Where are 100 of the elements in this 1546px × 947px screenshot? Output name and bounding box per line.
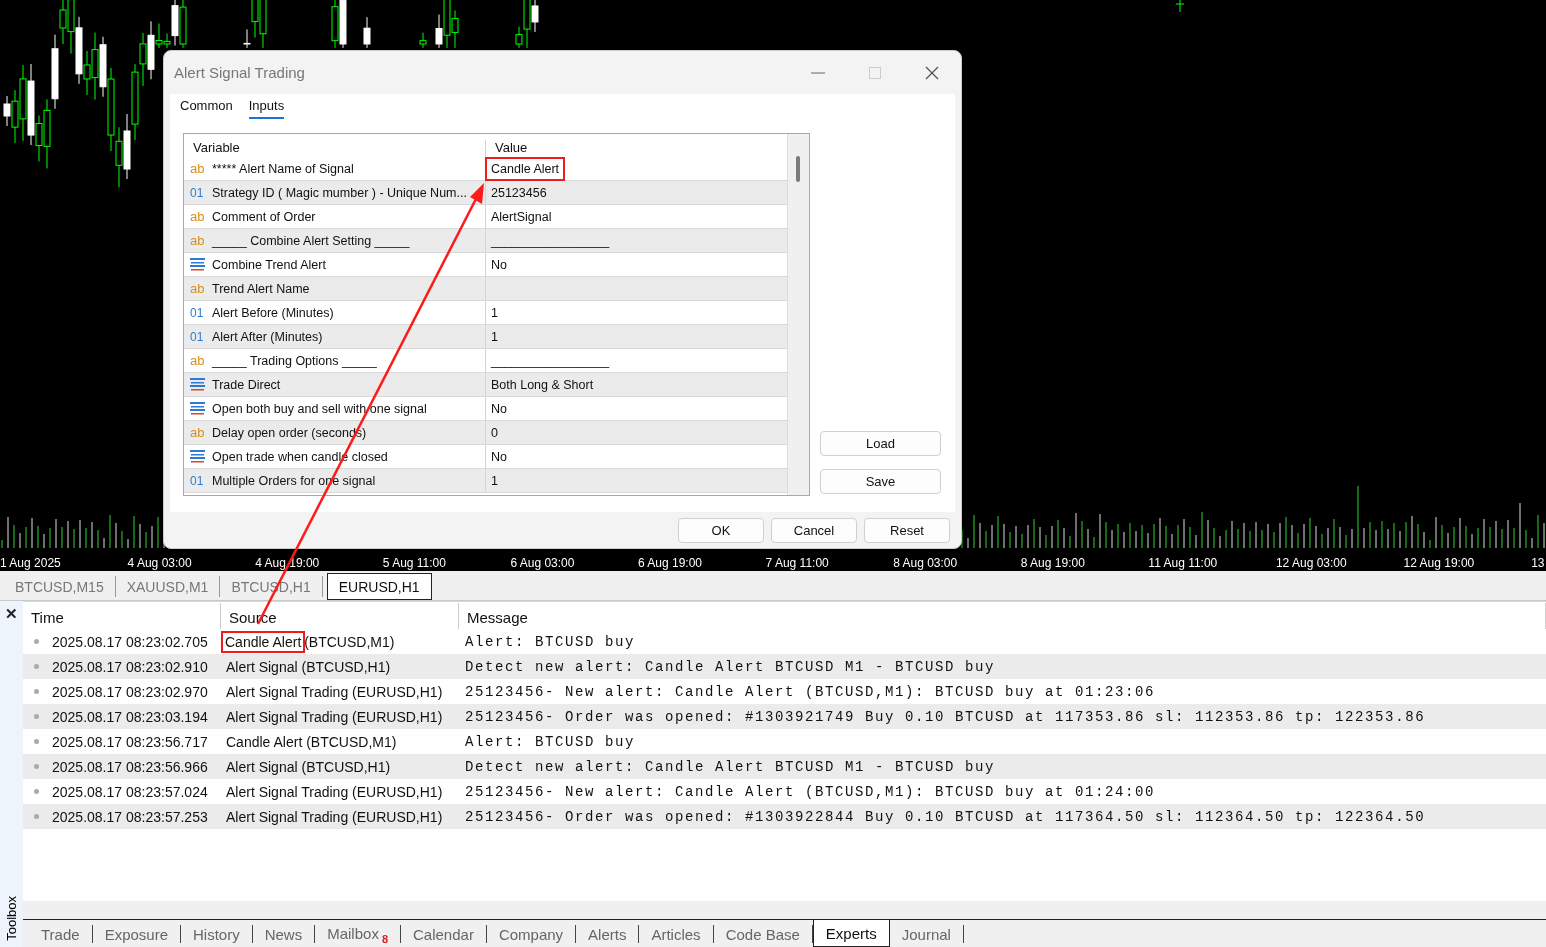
window-title: Alert Signal Trading <box>174 64 305 81</box>
value-cell[interactable]: Candle Alert <box>485 157 566 181</box>
time-cell: 2025.08.17 08:23:57.253 <box>23 808 221 825</box>
variable-cell: _____ Combine Alert Setting _____ <box>212 233 410 248</box>
candlestick <box>1175 0 1185 13</box>
log-row[interactable]: 2025.08.17 08:23:02.970 Alert Signal Trading (EURUSD,H1) 25123456- New alert: Candle Alert (BTCUSD,M1): BTCUSD buy at 01:23:06 <box>23 679 1546 704</box>
time-cell: 2025.08.17 08:23:02.970 <box>23 683 221 700</box>
close-button[interactable]: ✕ <box>5 605 18 623</box>
chart-tab[interactable]: EURUSD,H1 <box>326 573 432 600</box>
axis-label: 12 Aug 03:00 <box>1275 555 1348 570</box>
side-button[interactable]: Load <box>820 431 941 456</box>
log-row[interactable]: 2025.08.17 08:23:03.194 Alert Signal Trading (EURUSD,H1) 25123456- Order was opened: #1303921749 Buy 0.10 BTCUSD at 117353.86 sl: 112353.86 tp: 122353.86 <box>23 704 1546 729</box>
table-row[interactable]: 01 Strategy ID ( Magic mumber ) - Unique Num... 25123456 <box>184 181 787 205</box>
panel-tab[interactable]: Company <box>486 925 577 943</box>
integer-type-icon: 01 <box>190 185 205 200</box>
minimize-icon[interactable] <box>811 71 825 74</box>
source-cell-text: Candle Alert (BTCUSD,M1) <box>225 733 398 750</box>
toolbox-title: Toolbox <box>4 896 19 941</box>
value-cell[interactable]: 0 <box>485 420 504 445</box>
message-cell-text: Alert: BTCUSD buy <box>464 633 637 650</box>
dialog-button[interactable]: Reset <box>864 517 950 543</box>
string-type-icon: ab <box>190 353 205 368</box>
variable-cell: Alert Before (Minutes) <box>212 305 334 320</box>
chart-tab[interactable]: BTCUSD,M15 <box>4 576 116 597</box>
axis-label: 13 <box>1531 555 1546 570</box>
panel-tab[interactable]: Exposure <box>92 925 181 943</box>
scrollbar[interactable] <box>23 901 1546 920</box>
value-cell[interactable]: 1 <box>485 300 504 325</box>
log-row[interactable]: 2025.08.17 08:23:57.253 Alert Signal Trading (EURUSD,H1) 25123456- Order was opened: #1303922844 Buy 0.10 BTCUSD at 117364.50 sl: 112364.50 tp: 122364.50 <box>23 804 1546 829</box>
value-cell[interactable]: No <box>485 396 513 421</box>
value-cell[interactable]: No <box>485 444 513 469</box>
table-row[interactable]: Trade Direct Both Long & Short <box>184 373 787 397</box>
source-cell-text: Alert Signal (BTCUSD,H1) <box>225 658 392 675</box>
dialog-tab[interactable]: Common <box>180 98 233 119</box>
dialog-button[interactable]: OK <box>678 517 764 543</box>
message-cell-text: Detect new alert: Candle Alert BTCUSD M1 - BTCUSD buy <box>464 758 997 775</box>
scrollbar-thumb[interactable] <box>796 156 800 182</box>
candlestick <box>363 16 371 49</box>
source-cell: Candle Alert (BTCUSD,M1) <box>221 633 459 650</box>
panel-tab[interactable]: Journal <box>889 925 964 943</box>
variable-cell: Alert After (Minutes) <box>212 329 323 344</box>
value-cell[interactable]: _________________ <box>485 348 616 373</box>
panel-tab[interactable]: Calendar <box>401 925 487 943</box>
dialog-tab[interactable]: Inputs <box>248 98 285 119</box>
variable-cell: Comment of Order <box>212 209 316 224</box>
integer-type-icon: 01 <box>190 305 205 320</box>
axis-label: 4 Aug 19:00 <box>255 555 321 570</box>
candlestick <box>419 32 427 49</box>
log-row[interactable]: 2025.08.17 08:23:02.910 Alert Signal (BTCUSD,H1) Detect new alert: Candle Alert BTCUSD M1 - BTCUSD buy <box>23 654 1546 679</box>
value-cell[interactable]: 1 <box>485 324 504 349</box>
string-type-icon: ab <box>190 209 205 224</box>
variable-cell: Open both buy and sell with one signal <box>212 401 427 416</box>
panel-tab[interactable]: Articles <box>639 925 714 943</box>
column-header[interactable]: Variable <box>184 140 486 157</box>
variable-cell: Trend Alert Name <box>212 281 310 296</box>
message-cell-text: Detect new alert: Candle Alert BTCUSD M1 - BTCUSD buy <box>464 658 997 675</box>
axis-label: 12 Aug 19:00 <box>1403 555 1476 570</box>
integer-type-icon: 01 <box>190 473 205 488</box>
string-type-icon: ab <box>190 425 205 440</box>
panel-tab[interactable]: Trade <box>29 925 93 943</box>
table-row[interactable]: ab _____ Combine Alert Setting _____ _________________ <box>184 229 787 253</box>
panel-tab[interactable]: Alerts <box>576 925 640 943</box>
string-type-icon: ab <box>190 281 205 296</box>
string-type-icon: ab <box>190 161 205 176</box>
log-row[interactable]: 2025.08.17 08:23:56.717 Candle Alert (BTCUSD,M1) Alert: BTCUSD buy <box>23 729 1546 754</box>
log-row[interactable]: 2025.08.17 08:23:57.024 Alert Signal Trading (EURUSD,H1) 25123456- New alert: Candle Alert (BTCUSD,M1): BTCUSD buy at 01:24:00 <box>23 779 1546 804</box>
time-cell: 2025.08.17 08:23:56.717 <box>23 733 221 750</box>
close-icon[interactable] <box>925 65 939 80</box>
dialog-button[interactable]: Cancel <box>771 517 857 543</box>
axis-label: 6 Aug 03:00 <box>510 555 576 570</box>
value-cell[interactable]: 25123456 <box>485 180 553 205</box>
variable-cell: ***** Alert Name of Signal <box>212 161 354 176</box>
axis-label: 7 Aug 11:00 <box>765 555 830 570</box>
axis-label: 8 Aug 19:00 <box>1020 555 1086 570</box>
list-type-icon <box>190 450 205 463</box>
panel-tab[interactable]: History <box>181 925 253 943</box>
panel-tab[interactable]: News <box>252 925 316 943</box>
value-cell[interactable]: _________________ <box>485 228 616 253</box>
column-header[interactable]: Message <box>459 603 1546 629</box>
value-cell[interactable]: AlertSignal <box>485 204 558 229</box>
time-cell: 2025.08.17 08:23:56.966 <box>23 758 221 775</box>
panel-tab[interactable]: Mailbox $_{8}$ <box>315 925 401 943</box>
list-type-icon <box>190 402 205 415</box>
message-cell-text: Alert: BTCUSD buy <box>464 733 637 750</box>
table-row[interactable]: 01 Alert After (Minutes) 1 <box>184 325 787 349</box>
value-cell[interactable]: 1 <box>485 468 504 493</box>
chart-tab[interactable]: XAUUSD,M1 <box>115 576 221 597</box>
maximize-icon[interactable] <box>869 66 881 79</box>
value-cell[interactable]: Both Long & Short <box>485 372 600 397</box>
log-row[interactable]: 2025.08.17 08:23:56.966 Alert Signal (BTCUSD,H1) Detect new alert: Candle Alert BTCUSD M1 - BTCUSD buy <box>23 754 1546 779</box>
value-cell[interactable]: No <box>485 252 513 277</box>
side-button[interactable]: Save <box>820 469 941 494</box>
panel-tab[interactable]: Experts <box>812 920 890 947</box>
table-row[interactable]: ab Trend Alert Name <box>184 277 787 301</box>
list-type-icon <box>190 258 205 271</box>
time-cell: 2025.08.17 08:23:02.910 <box>23 658 221 675</box>
column-header[interactable]: Value <box>486 140 787 157</box>
column-header[interactable]: Time <box>23 603 221 629</box>
log-row[interactable]: 2025.08.17 08:23:02.705 Candle Alert (BTCUSD,M1) Alert: BTCUSD buy <box>23 629 1546 654</box>
panel-tab[interactable]: Code Base <box>713 925 813 943</box>
